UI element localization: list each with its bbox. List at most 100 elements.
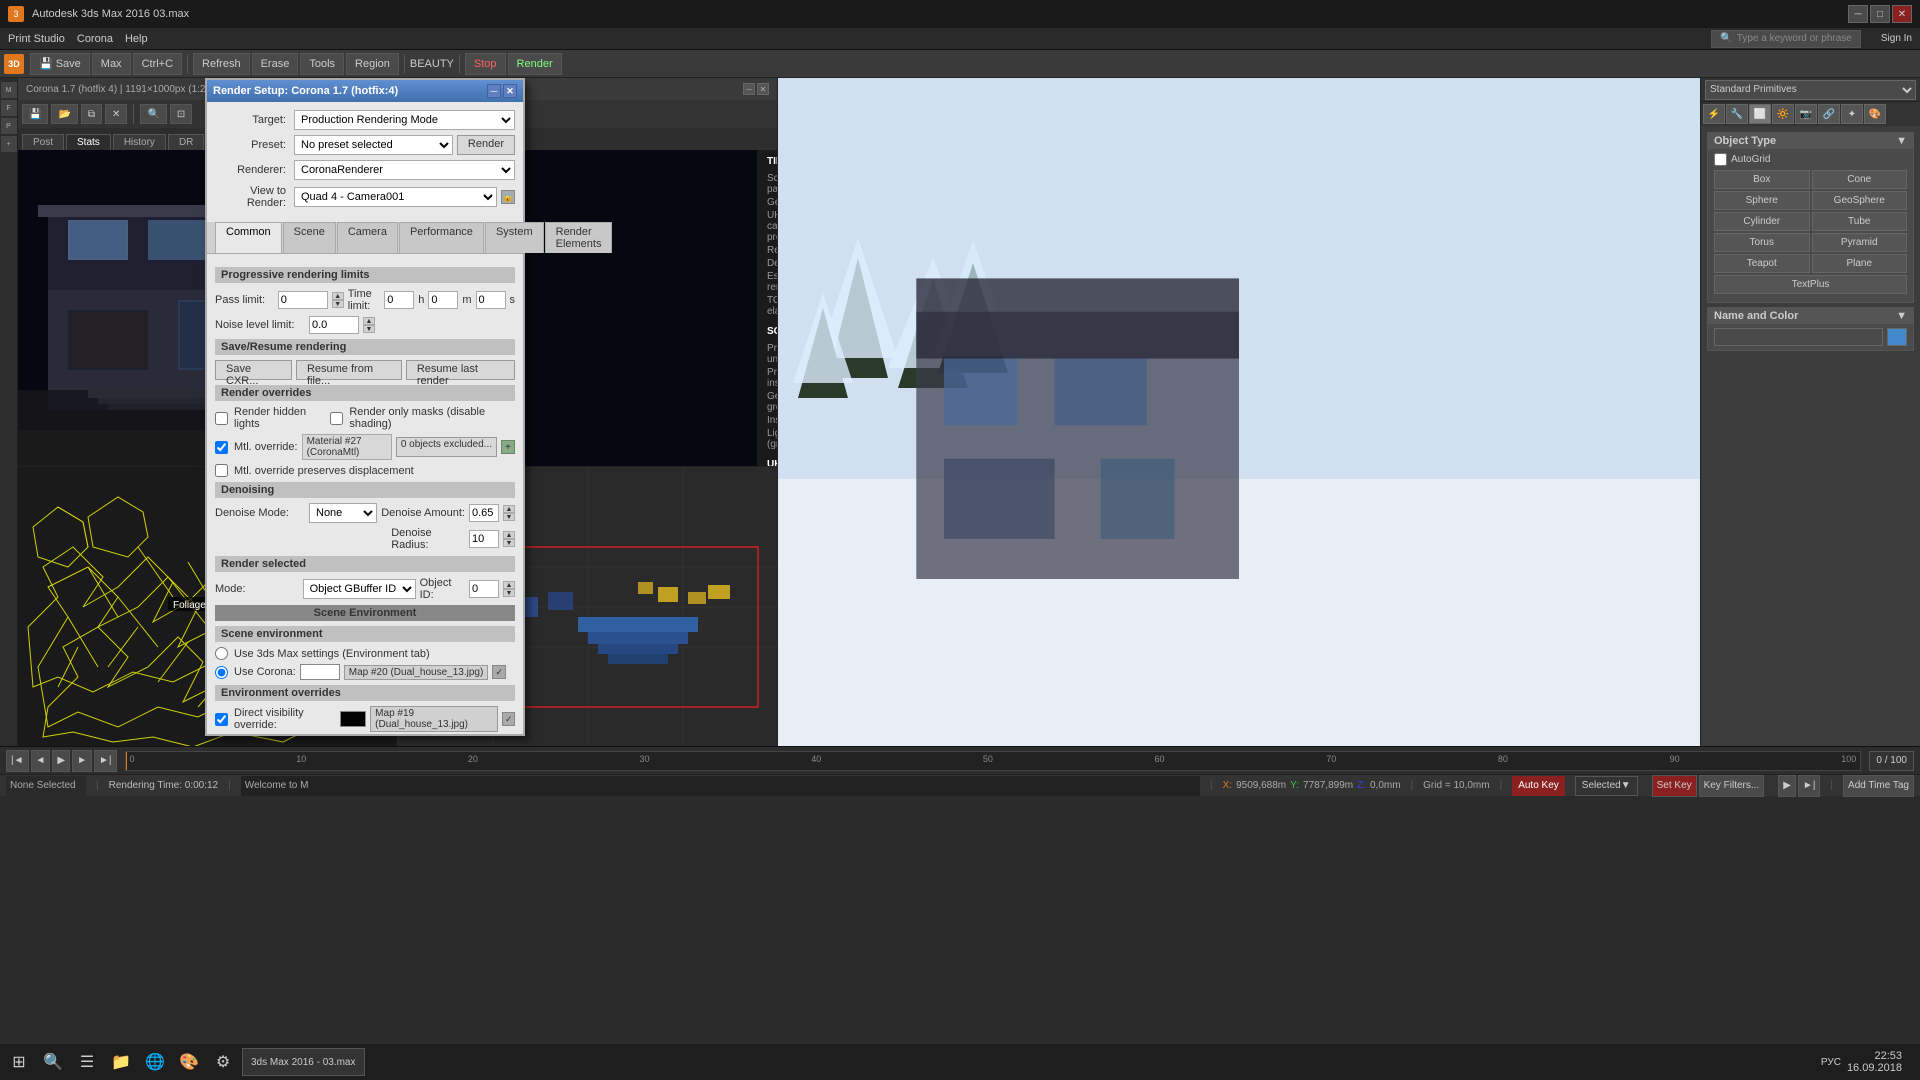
dialog-minimize[interactable]: ─: [487, 84, 501, 98]
go-end[interactable]: ►|: [94, 750, 117, 772]
prev-frame[interactable]: ◄: [31, 750, 51, 772]
shape-box[interactable]: Box: [1714, 170, 1810, 189]
sidebar-paint[interactable]: P: [1, 118, 17, 134]
autogrid-checkbox[interactable]: [1714, 153, 1727, 166]
shape-tube[interactable]: Tube: [1812, 212, 1908, 231]
render-hidden-checkbox[interactable]: [215, 412, 228, 425]
key-filters-btn[interactable]: Key Filters...: [1699, 775, 1765, 797]
da-up[interactable]: ▲: [503, 505, 515, 513]
add-time-tag[interactable]: Add Time Tag: [1843, 775, 1914, 797]
render-copy[interactable]: ⧉: [81, 104, 102, 124]
3dsmax-taskbar[interactable]: 3ds Max 2016 - 03.max: [242, 1048, 365, 1076]
corona-menu[interactable]: Corona: [77, 33, 113, 45]
direct-vis-checkbox[interactable]: [215, 713, 228, 726]
rp-tab-1[interactable]: ⚡: [1703, 104, 1725, 124]
sidebar-modeling[interactable]: M: [1, 82, 17, 98]
max-button[interactable]: Max: [92, 53, 131, 75]
search-btn[interactable]: 🔍: [38, 1047, 68, 1077]
tab-dr[interactable]: DR: [168, 134, 204, 150]
close-btn[interactable]: ✕: [1892, 5, 1912, 23]
primitives-select[interactable]: Standard Primitives: [1705, 80, 1916, 100]
render-zoom[interactable]: 🔍: [140, 104, 166, 124]
shape-textplus[interactable]: TextPlus: [1714, 275, 1907, 294]
rf-minimize[interactable]: ─: [743, 83, 755, 95]
da-down[interactable]: ▼: [503, 513, 515, 521]
direct-vis-map-btn[interactable]: Map #19 (Dual_house_13.jpg): [370, 706, 498, 732]
mtl-preserves-checkbox[interactable]: [215, 464, 228, 477]
dr-up[interactable]: ▲: [503, 531, 515, 539]
shape-plane[interactable]: Plane: [1812, 254, 1908, 273]
region-button[interactable]: Region: [346, 53, 399, 75]
next-frame[interactable]: ►: [72, 750, 92, 772]
resume-last-btn[interactable]: Resume last render: [406, 360, 515, 380]
task-view-btn[interactable]: ☰: [72, 1047, 102, 1077]
timeline-scrubber[interactable]: 0102030405060708090100: [125, 751, 1862, 771]
mode-select[interactable]: Object GBuffer ID: [303, 579, 416, 599]
maximize-btn[interactable]: □: [1870, 5, 1890, 23]
rp-tab-2[interactable]: 🔧: [1726, 104, 1748, 124]
mtl-add-btn[interactable]: +: [501, 440, 515, 454]
shape-cylinder[interactable]: Cylinder: [1714, 212, 1810, 231]
oid-down[interactable]: ▼: [503, 589, 515, 597]
dialog-close[interactable]: ✕: [503, 84, 517, 98]
tab-render-elements[interactable]: Render Elements: [545, 222, 613, 253]
denoise-radius-input[interactable]: [469, 530, 499, 548]
rf-close[interactable]: ✕: [757, 83, 769, 95]
save-button[interactable]: 💾 Save: [30, 53, 90, 75]
tab-common[interactable]: Common: [215, 222, 282, 253]
shape-sphere[interactable]: Sphere: [1714, 191, 1810, 210]
name-input[interactable]: [1714, 328, 1883, 346]
object-id-input[interactable]: [469, 580, 499, 598]
stop-button[interactable]: Stop: [465, 53, 506, 75]
rp-tab-8[interactable]: 🎨: [1864, 104, 1886, 124]
time-m-input[interactable]: [428, 291, 458, 309]
shape-torus[interactable]: Torus: [1714, 233, 1810, 252]
oid-up[interactable]: ▲: [503, 581, 515, 589]
rp-tab-6[interactable]: 🔗: [1818, 104, 1840, 124]
rp-tab-4[interactable]: 🔆: [1772, 104, 1794, 124]
app2-btn[interactable]: ⚙: [208, 1047, 238, 1077]
rp-tab-7[interactable]: ✦: [1841, 104, 1863, 124]
sidebar-freeform[interactable]: F: [1, 100, 17, 116]
mtl-override-checkbox[interactable]: [215, 441, 228, 454]
direct-vis-swatch[interactable]: [340, 711, 367, 727]
render-fit[interactable]: ⊡: [170, 104, 192, 124]
erase-button[interactable]: Erase: [252, 53, 299, 75]
use-corona-radio[interactable]: [215, 666, 228, 679]
rp-tab-3[interactable]: ⬜: [1749, 104, 1771, 124]
render-btn[interactable]: Render: [457, 135, 515, 155]
render-only-masks-checkbox[interactable]: [330, 412, 343, 425]
refresh-button[interactable]: Refresh: [193, 53, 250, 75]
tab-performance[interactable]: Performance: [399, 222, 484, 253]
target-select[interactable]: Production Rendering Mode: [294, 110, 515, 130]
pass-limit-input[interactable]: [278, 291, 328, 309]
print-studio-menu[interactable]: Print Studio: [8, 33, 65, 45]
object-type-header[interactable]: Object Type ▼: [1708, 133, 1913, 149]
next-frame-btn[interactable]: ►|: [1798, 775, 1821, 797]
render-open[interactable]: 📂: [51, 104, 77, 124]
denoise-amount-input[interactable]: [469, 504, 499, 522]
tab-scene[interactable]: Scene: [283, 222, 336, 253]
use-3dsmax-radio[interactable]: [215, 647, 228, 660]
renderer-select[interactable]: CoronaRenderer: [294, 160, 515, 180]
pass-up[interactable]: ▲: [332, 292, 344, 300]
name-color-header[interactable]: Name and Color ▼: [1708, 308, 1913, 324]
tab-camera[interactable]: Camera: [337, 222, 398, 253]
view-select[interactable]: Quad 4 - Camera001: [294, 187, 497, 207]
shape-pyramid[interactable]: Pyramid: [1812, 233, 1908, 252]
denoise-mode-select[interactable]: None: [309, 503, 377, 523]
render-button[interactable]: Render: [508, 53, 562, 75]
save-cxr-btn[interactable]: Save CXR...: [215, 360, 292, 380]
corona-color-swatch[interactable]: [300, 664, 340, 680]
search-box[interactable]: 🔍 Type a keyword or phrase: [1711, 30, 1861, 48]
start-btn[interactable]: ⊞: [4, 1047, 34, 1077]
set-key-btn[interactable]: Set Key: [1652, 775, 1697, 797]
pass-down[interactable]: ▼: [332, 300, 344, 308]
minimize-btn[interactable]: ─: [1848, 5, 1868, 23]
shape-cone[interactable]: Cone: [1812, 170, 1908, 189]
corona-map-btn[interactable]: Map #20 (Dual_house_13.jpg): [344, 665, 489, 680]
app1-btn[interactable]: 🎨: [174, 1047, 204, 1077]
corona-map-toggle[interactable]: ✓: [492, 665, 506, 679]
sign-in[interactable]: Sign In: [1881, 33, 1912, 44]
mtl-override-value[interactable]: Material #27 (CoronaMtl): [302, 434, 392, 460]
